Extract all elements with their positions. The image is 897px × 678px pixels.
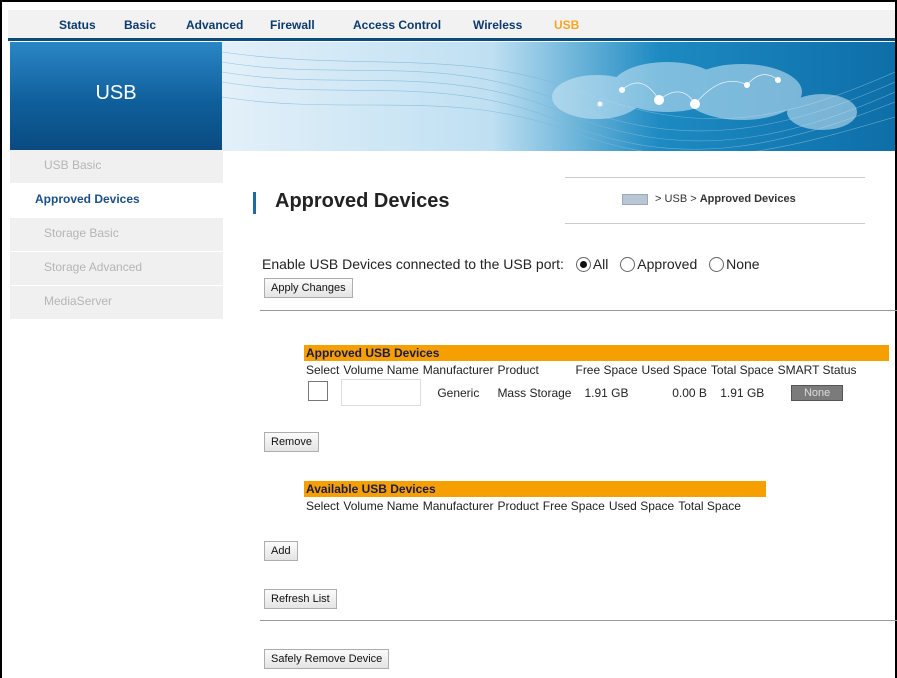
col-free-space: Free Space	[575, 363, 638, 378]
breadcrumb: > USB > Approved Devices	[622, 193, 796, 205]
available-devices-heading: Available USB Devices	[304, 481, 766, 497]
col-total-space: Total Space	[710, 363, 774, 378]
smart-status-badge: None	[790, 384, 844, 401]
col-manufacturer: Manufacturer	[422, 499, 494, 513]
header-rule	[565, 177, 865, 178]
col-smart-status: SMART Status	[777, 363, 857, 378]
col-used-space: Used Space	[608, 499, 675, 513]
enable-usb-row: Enable USB Devices connected to the USB …	[262, 256, 760, 272]
sidebar-item-usb-basic[interactable]: USB Basic	[10, 150, 223, 184]
nav-underline	[8, 38, 895, 41]
refresh-list-button[interactable]: Refresh List	[264, 589, 337, 609]
section-title: USB	[95, 82, 137, 104]
col-volume-name: Volume Name	[343, 499, 419, 513]
col-total-space: Total Space	[678, 499, 741, 513]
title-accent-bar	[253, 192, 256, 214]
page-title: Approved Devices	[275, 190, 450, 212]
section-tile: USB	[10, 42, 222, 151]
col-manufacturer: Manufacturer	[422, 363, 494, 378]
col-used-space: Used Space	[641, 363, 707, 378]
radio-none[interactable]	[709, 257, 725, 272]
nav-basic[interactable]: Basic	[124, 18, 156, 32]
table-header-row: Select Volume Name Manufacturer Product …	[304, 497, 743, 515]
table-header-row: Select Volume Name Manufacturer Product …	[304, 361, 859, 380]
available-devices-section: Available USB Devices Select Volume Name…	[304, 481, 766, 515]
radio-all-label: All	[592, 256, 609, 272]
divider	[260, 310, 897, 311]
col-product: Product	[497, 499, 539, 513]
manufacturer-cell: Generic	[437, 385, 480, 400]
apply-changes-button[interactable]: Apply Changes	[264, 278, 353, 298]
nav-wireless[interactable]: Wireless	[473, 18, 522, 32]
col-select: Select	[306, 363, 340, 378]
nav-advanced[interactable]: Advanced	[186, 18, 243, 32]
breadcrumb-path: > USB >	[652, 193, 700, 205]
top-nav: Status Basic Advanced Firewall Access Co…	[8, 10, 895, 38]
total-space-cell: 1.91 GB	[720, 385, 765, 400]
banner-waves-graphic	[221, 51, 895, 151]
volume-name-cell	[340, 379, 422, 406]
approved-devices-table: Select Volume Name Manufacturer Product …	[304, 361, 859, 406]
nav-status[interactable]: Status	[59, 18, 96, 32]
breadcrumb-rule	[565, 223, 865, 224]
select-cell	[304, 380, 341, 406]
divider	[260, 620, 897, 621]
sidebar-item-mediaserver[interactable]: MediaServer	[10, 286, 223, 320]
select-checkbox[interactable]	[308, 381, 328, 401]
col-free-space: Free Space	[542, 499, 605, 513]
banner: USB	[10, 42, 895, 151]
used-space-cell: 0.00 B	[672, 385, 707, 400]
col-volume-name: Volume Name	[343, 363, 419, 377]
radio-approved[interactable]	[620, 257, 636, 272]
col-product: Product	[497, 363, 539, 378]
nav-access-control[interactable]: Access Control	[353, 18, 441, 32]
nav-usb[interactable]: USB	[554, 18, 579, 32]
enable-usb-label: Enable USB Devices connected to the USB …	[262, 256, 564, 272]
sidebar-item-storage-basic[interactable]: Storage Basic	[10, 218, 223, 252]
approved-devices-section: Approved USB Devices Select Volume Name …	[304, 345, 889, 406]
sidebar-item-storage-advanced[interactable]: Storage Advanced	[10, 252, 223, 286]
breadcrumb-current: Approved Devices	[699, 193, 796, 205]
radio-approved-label: Approved	[637, 256, 698, 272]
approved-devices-heading: Approved USB Devices	[304, 345, 889, 361]
world-map-banner-image	[221, 42, 895, 151]
sidebar: USB Basic Approved Devices Storage Basic…	[10, 150, 223, 320]
product-cell: Mass Storage	[497, 385, 572, 400]
col-select: Select	[306, 499, 340, 513]
remove-button[interactable]: Remove	[264, 432, 319, 452]
sidebar-item-approved-devices[interactable]: Approved Devices	[10, 184, 223, 218]
radio-all[interactable]	[575, 257, 591, 272]
safely-remove-device-button[interactable]: Safely Remove Device	[264, 649, 390, 669]
free-space-cell: 1.91 GB	[584, 385, 629, 400]
smart-status-cell: None	[776, 380, 859, 406]
nav-firewall[interactable]: Firewall	[270, 18, 315, 32]
table-row: Generic Mass Storage 1.91 GB 0.00 B 1.91…	[304, 379, 859, 406]
radio-none-label: None	[726, 256, 760, 272]
home-icon[interactable]	[622, 193, 648, 205]
available-devices-table: Select Volume Name Manufacturer Product …	[304, 497, 743, 515]
add-button[interactable]: Add	[264, 541, 298, 561]
